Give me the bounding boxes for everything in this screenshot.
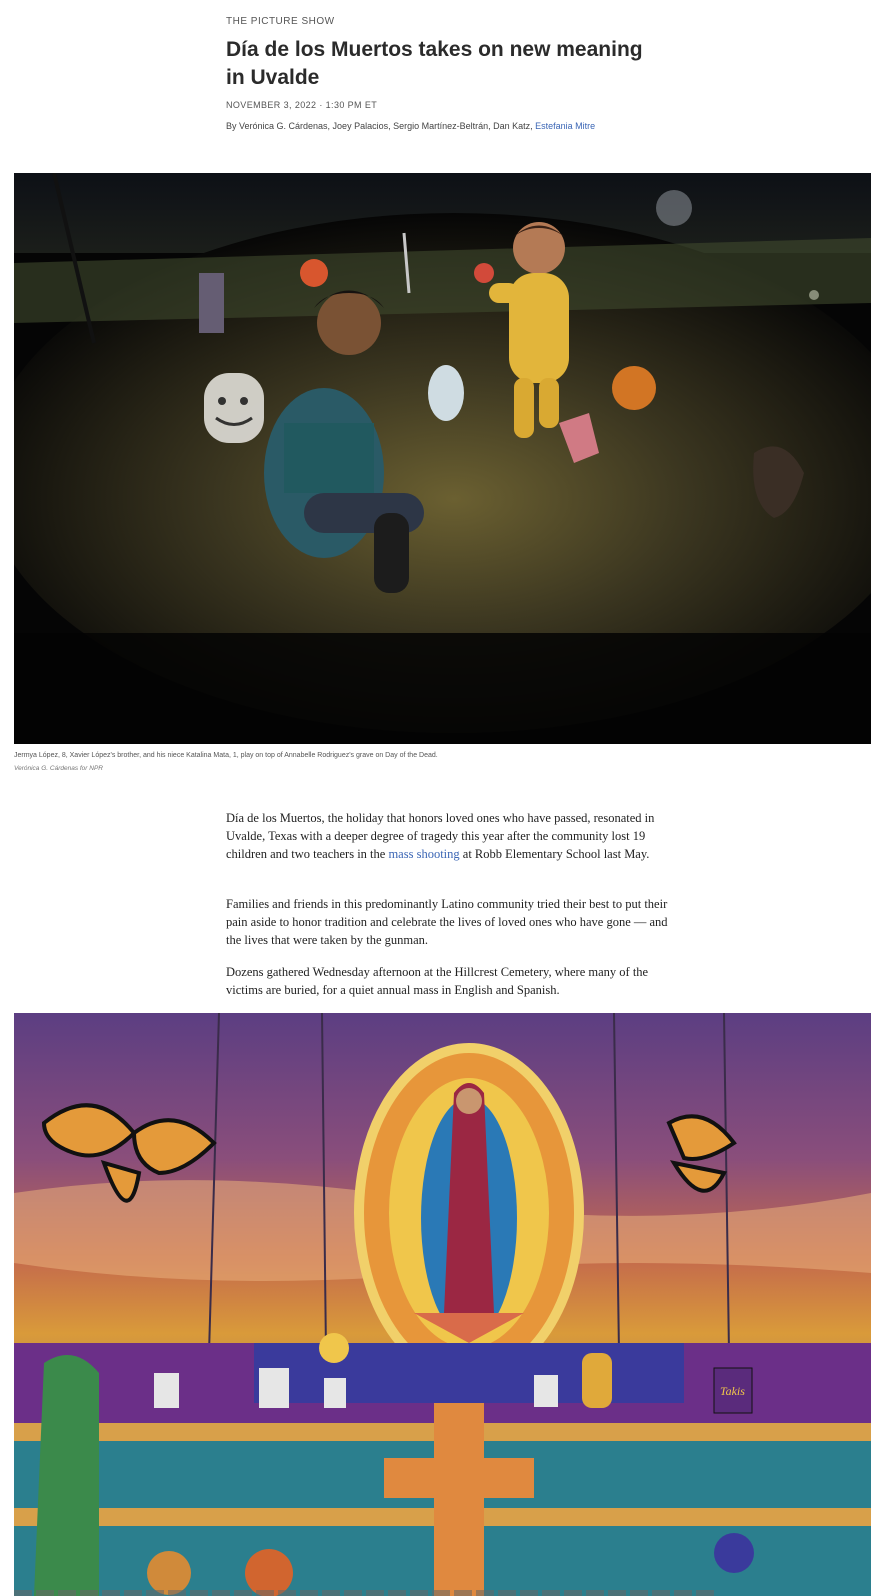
photo-caption: Jermya López, 8, Xavier López's brother,…: [14, 752, 438, 759]
body-paragraph-2: Families and friends in this predominant…: [226, 897, 668, 947]
section-label[interactable]: THE PICTURE SHOW: [226, 16, 335, 27]
photo-mural[interactable]: Takis: [14, 1013, 871, 1596]
photo-graveside-children[interactable]: [14, 173, 871, 744]
byline-author-link[interactable]: Estefania Mitre: [535, 121, 595, 131]
photo-graveside-children-image: [14, 173, 871, 744]
body-paragraph-1: Día de los Muertos, the holiday that hon…: [226, 809, 668, 863]
dateline: NOVEMBER 3, 2022 · 1:30 PM ET: [226, 100, 378, 110]
byline-authors: By Verónica G. Cárdenas, Joey Palacios, …: [226, 121, 536, 131]
byline: By Verónica G. Cárdenas, Joey Palacios, …: [226, 121, 595, 131]
photo-mural-caption-cut: [14, 1590, 714, 1596]
mural-takis-label: Takis: [720, 1384, 745, 1398]
body-paragraph-1-text-end: at Robb Elementary School last May.: [459, 847, 650, 861]
mass-shooting-link[interactable]: mass shooting: [388, 847, 459, 861]
photo-credit: Verónica G. Cárdenas for NPR: [14, 765, 103, 772]
headline: Día de los Muertos takes on new meaning …: [226, 38, 643, 89]
body-paragraph-3: Dozens gathered Wednesday afternoon at t…: [226, 965, 649, 997]
photo-mural-image: Takis: [14, 1013, 871, 1596]
